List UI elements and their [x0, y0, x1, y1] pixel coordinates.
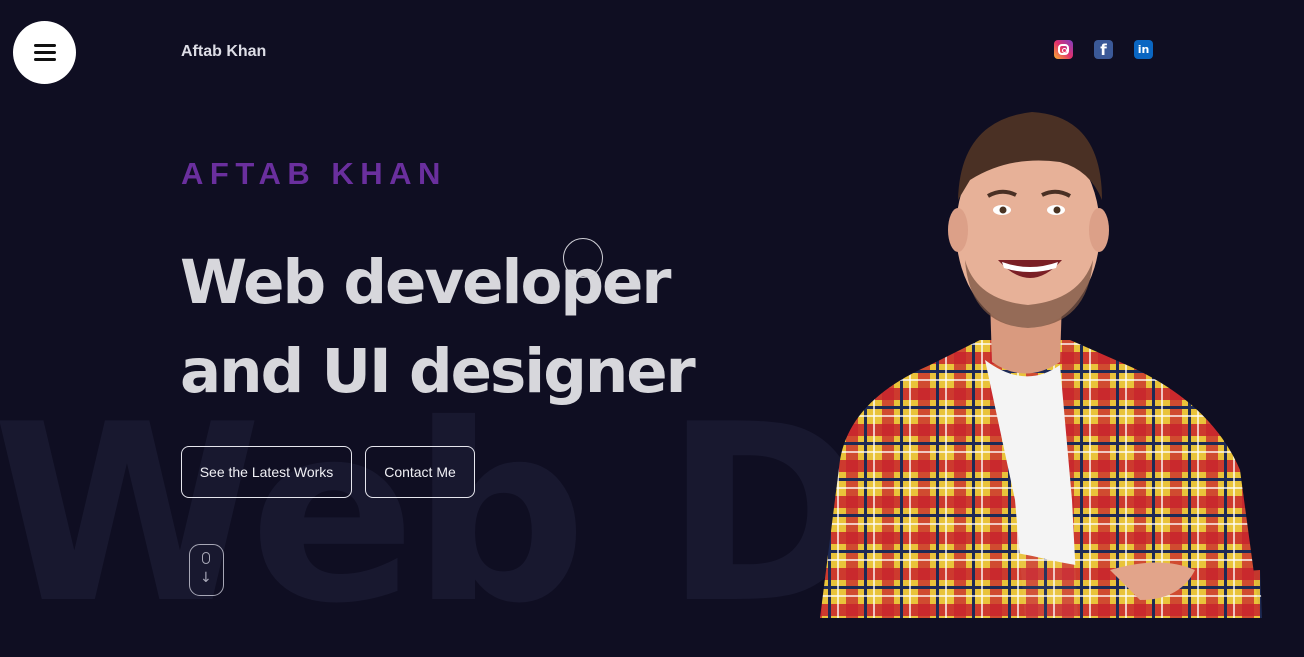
linkedin-icon[interactable]: in	[1134, 40, 1153, 59]
hero-headline: Web developer and UI designer	[180, 238, 696, 416]
contact-me-button[interactable]: Contact Me	[365, 446, 475, 498]
portrait-photo	[820, 112, 1262, 618]
headline-line-2: and UI designer	[180, 336, 696, 407]
menu-button[interactable]	[13, 21, 76, 84]
instagram-icon[interactable]	[1054, 40, 1073, 59]
mouse-scroll-icon[interactable]: ↓	[189, 544, 224, 596]
hero-eyebrow: AFTAB KHAN	[181, 156, 447, 191]
brand-name[interactable]: Aftab Khan	[181, 43, 266, 61]
facebook-icon[interactable]: f	[1094, 40, 1113, 59]
headline-line-1: Web developer	[180, 247, 671, 318]
see-latest-works-button[interactable]: See the Latest Works	[181, 446, 352, 498]
hamburger-menu-icon	[33, 40, 56, 65]
cursor-ring	[563, 238, 603, 278]
